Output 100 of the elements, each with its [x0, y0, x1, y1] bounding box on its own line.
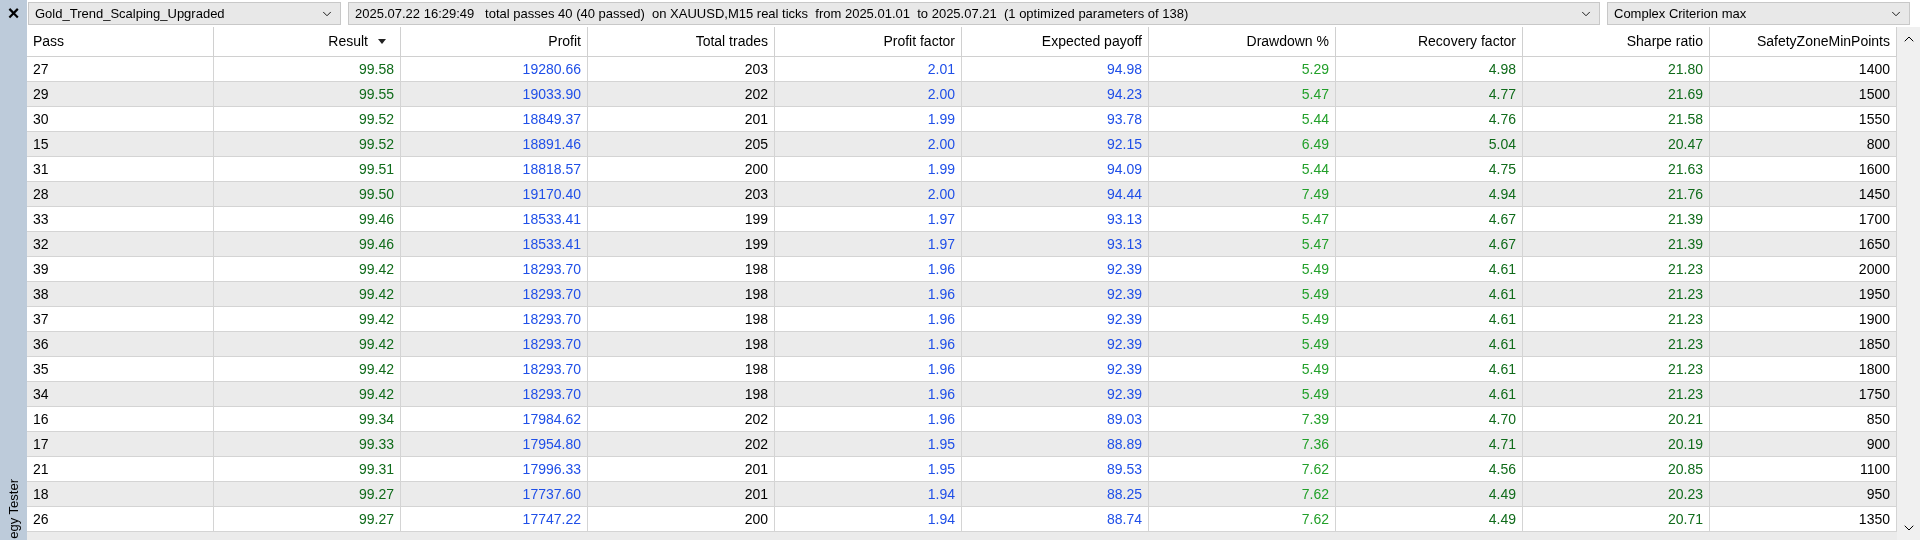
table-cell: 4.98: [1336, 57, 1523, 81]
table-cell: 21.23: [1523, 307, 1710, 331]
table-cell: 198: [588, 357, 775, 381]
table-cell: 93.13: [962, 232, 1149, 256]
table-row[interactable]: 35 99.42 18293.70 198 1.96 92.39 5.49 4.61 21.23 1800: [27, 357, 1897, 382]
table-row[interactable]: 21 99.31 17996.33 201 1.95 89.53 7.62 4.56 20.85 1100: [27, 457, 1897, 482]
table-cell: 18533.41: [401, 207, 588, 231]
column-header[interactable]: Expected payoff: [962, 27, 1149, 56]
table-row[interactable]: 31 99.51 18818.57 200 1.99 94.09 5.44 4.75 21.63 1600: [27, 157, 1897, 182]
column-header[interactable]: Drawdown %: [1149, 27, 1336, 56]
table-row[interactable]: 28 99.50 19170.40 203 2.00 94.44 7.49 4.94 21.76 1450: [27, 182, 1897, 207]
column-header[interactable]: Pass: [27, 27, 214, 56]
table-row[interactable]: 27 99.58 19280.66 203 2.01 94.98 5.29 4.98 21.80 1400: [27, 57, 1897, 82]
table-cell: 16: [27, 407, 214, 431]
table-cell: 5.04: [1336, 132, 1523, 156]
column-header[interactable]: Profit factor: [775, 27, 962, 56]
table-cell: 93.13: [962, 207, 1149, 231]
table-row[interactable]: 34 99.42 18293.70 198 1.96 92.39 5.49 4.61 21.23 1750: [27, 382, 1897, 407]
table-cell: 6.49: [1149, 132, 1336, 156]
table-cell: 7.62: [1149, 507, 1336, 531]
table-cell: 21.58: [1523, 107, 1710, 131]
table-cell: 1.95: [775, 457, 962, 481]
table-cell: 99.46: [214, 207, 401, 231]
table-cell: 4.77: [1336, 82, 1523, 106]
table-cell: 7.36: [1149, 432, 1336, 456]
table-cell: 92.39: [962, 257, 1149, 281]
table-cell: 4.49: [1336, 482, 1523, 506]
table-cell: 21.69: [1523, 82, 1710, 106]
table-cell: 20.21: [1523, 407, 1710, 431]
table-cell: 201: [588, 457, 775, 481]
table-cell: 4.67: [1336, 232, 1523, 256]
table-cell: 17: [27, 432, 214, 456]
table-cell: 7.62: [1149, 482, 1336, 506]
table-cell: 199: [588, 207, 775, 231]
table-cell: 4.94: [1336, 182, 1523, 206]
close-button[interactable]: ×: [7, 1, 20, 25]
table-cell: 21.23: [1523, 357, 1710, 381]
table-cell: 4.75: [1336, 157, 1523, 181]
table-row[interactable]: 37 99.42 18293.70 198 1.96 92.39 5.49 4.61 21.23 1900: [27, 307, 1897, 332]
table-row[interactable]: 33 99.46 18533.41 199 1.97 93.13 5.47 4.67 21.39 1700: [27, 207, 1897, 232]
table-cell: 20.23: [1523, 482, 1710, 506]
dropdown[interactable]: 2025.07.22 16:29:49 total passes 40 (40 passed) on XAUUSD,M15 real ticks from 2025.01.01 to 2025.07.21 (1 optimized parameters of 138): [348, 2, 1600, 25]
table-cell: 21.63: [1523, 157, 1710, 181]
table-cell: 88.25: [962, 482, 1149, 506]
table-cell: 7.39: [1149, 407, 1336, 431]
table-cell: 19170.40: [401, 182, 588, 206]
table-cell: 4.61: [1336, 307, 1523, 331]
table-row[interactable]: 39 99.42 18293.70 198 1.96 92.39 5.49 4.61 21.23 2000: [27, 257, 1897, 282]
sort-descending-icon: [378, 39, 386, 44]
table-cell: 99.27: [214, 482, 401, 506]
table-cell: 18293.70: [401, 382, 588, 406]
table-cell: 1.96: [775, 257, 962, 281]
table-cell: 203: [588, 182, 775, 206]
table-cell: 1.99: [775, 157, 962, 181]
table-cell: 198: [588, 257, 775, 281]
table-cell: 4.56: [1336, 457, 1523, 481]
dropdown[interactable]: Gold_Trend_Scalping_Upgraded: [28, 2, 341, 25]
table-cell: 38: [27, 282, 214, 306]
table-row[interactable]: 36 99.42 18293.70 198 1.96 92.39 5.49 4.61 21.23 1850: [27, 332, 1897, 357]
table-cell: 1.95: [775, 432, 962, 456]
table-cell: 92.39: [962, 357, 1149, 381]
column-header[interactable]: Sharpe ratio: [1523, 27, 1710, 56]
table-cell: 5.49: [1149, 357, 1336, 381]
table-cell: 92.39: [962, 332, 1149, 356]
column-header[interactable]: Total trades: [588, 27, 775, 56]
table-cell: 5.29: [1149, 57, 1336, 81]
table-cell: 21.39: [1523, 232, 1710, 256]
table-row[interactable]: 30 99.52 18849.37 201 1.99 93.78 5.44 4.76 21.58 1550: [27, 107, 1897, 132]
table-cell: 5.47: [1149, 207, 1336, 231]
column-header[interactable]: Profit: [401, 27, 588, 56]
table-row[interactable]: 32 99.46 18533.41 199 1.97 93.13 5.47 4.67 21.39 1650: [27, 232, 1897, 257]
table-row[interactable]: 26 99.27 17747.22 200 1.94 88.74 7.62 4.49 20.71 1350: [27, 507, 1897, 532]
table-cell: 21.76: [1523, 182, 1710, 206]
table-cell: 1.99: [775, 107, 962, 131]
table-cell: 94.98: [962, 57, 1149, 81]
table-cell: 26: [27, 507, 214, 531]
table-row[interactable]: 29 99.55 19033.90 202 2.00 94.23 5.47 4.77 21.69 1500: [27, 82, 1897, 107]
table-cell: 5.49: [1149, 257, 1336, 281]
table-cell: 5.49: [1149, 307, 1336, 331]
table-cell: 17954.80: [401, 432, 588, 456]
table-cell: 4.61: [1336, 257, 1523, 281]
table-row[interactable]: 16 99.34 17984.62 202 1.96 89.03 7.39 4.70 20.21 850: [27, 407, 1897, 432]
table-cell: 7.62: [1149, 457, 1336, 481]
table-cell: 99.34: [214, 407, 401, 431]
dropdown[interactable]: Complex Criterion max: [1607, 2, 1910, 25]
table-cell: 7.49: [1149, 182, 1336, 206]
table-cell: 5.44: [1149, 157, 1336, 181]
column-header[interactable]: Recovery factor: [1336, 27, 1523, 56]
table-cell: 201: [588, 107, 775, 131]
table-cell: 94.09: [962, 157, 1149, 181]
table-cell: 27: [27, 57, 214, 81]
table-row[interactable]: 17 99.33 17954.80 202 1.95 88.89 7.36 4.71 20.19 900: [27, 432, 1897, 457]
table-row[interactable]: 38 99.42 18293.70 198 1.96 92.39 5.49 4.61 21.23 1950: [27, 282, 1897, 307]
scrollbar[interactable]: [1897, 27, 1920, 540]
table-cell: 99.58: [214, 57, 401, 81]
table-cell: 99.42: [214, 282, 401, 306]
table-row[interactable]: 15 99.52 18891.46 205 2.00 92.15 6.49 5.04 20.47 800: [27, 132, 1897, 157]
column-header[interactable]: Result: [214, 27, 401, 56]
table-cell: 94.44: [962, 182, 1149, 206]
table-row[interactable]: 18 99.27 17737.60 201 1.94 88.25 7.62 4.49 20.23 950: [27, 482, 1897, 507]
